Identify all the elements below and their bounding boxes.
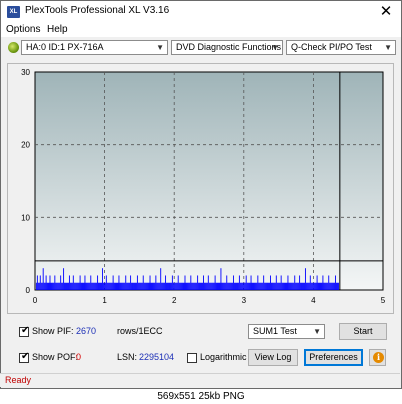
window-title: PlexTools Professional XL V3.16 — [25, 5, 170, 16]
lsn-value: 2295104 — [139, 352, 175, 362]
show-pof-label: Show POF: — [32, 352, 79, 362]
logarithmic-label: Logarithmic — [200, 352, 247, 362]
x-axis: 0 1 2 3 4 5 — [33, 296, 386, 305]
x-tick-label: 0 — [33, 296, 38, 305]
menu-bar: Options Help — [1, 23, 401, 37]
y-tick-label: 20 — [21, 141, 30, 150]
show-pif-label: Show PIF: — [32, 326, 74, 336]
function-select[interactable]: DVD Diagnostic Functions ▼ — [171, 40, 283, 55]
info-button[interactable]: i — [369, 349, 386, 366]
pof-value: 0 — [76, 352, 82, 362]
chevron-down-icon: ▼ — [156, 43, 164, 52]
chevron-down-icon: ▼ — [313, 327, 321, 336]
drive-icon — [8, 42, 19, 53]
lsn-label: LSN: — [117, 352, 138, 362]
test-select-value: Q-Check PI/PO Test — [291, 42, 372, 52]
start-button[interactable]: Start — [339, 323, 387, 340]
function-select-value: DVD Diagnostic Functions — [176, 42, 282, 52]
pif-unit: rows/1ECC — [117, 326, 163, 336]
pi-po-chart: 30 20 10 0 0 1 2 3 4 5 — [21, 68, 386, 305]
x-tick-label: 2 — [172, 296, 177, 305]
close-button[interactable]: ✕ — [377, 3, 395, 21]
y-tick-label: 0 — [26, 286, 31, 295]
drive-select[interactable]: HA:0 ID:1 PX-716A ▼ — [21, 40, 168, 55]
menu-options[interactable]: Options — [6, 24, 40, 35]
toolbar: HA:0 ID:1 PX-716A ▼ DVD Diagnostic Funct… — [1, 38, 401, 58]
y-tick-label: 10 — [21, 213, 30, 222]
plot-area — [34, 71, 384, 291]
app-icon: XL — [7, 6, 20, 18]
mode-select-value: SUM1 Test — [253, 326, 297, 336]
chevron-down-icon: ▼ — [271, 43, 279, 52]
status-bar: Ready — [0, 373, 400, 387]
preferences-button[interactable]: Preferences — [304, 349, 363, 366]
show-pof-checkbox[interactable]: ✔ — [19, 351, 30, 363]
test-select[interactable]: Q-Check PI/PO Test ▼ — [286, 40, 396, 55]
x-tick-label: 1 — [102, 296, 107, 305]
view-log-button[interactable]: View Log — [248, 349, 298, 366]
mode-select[interactable]: SUM1 Test ▼ — [248, 324, 325, 339]
x-tick-label: 4 — [311, 296, 316, 305]
image-caption: 569x551 25kb PNG — [0, 389, 402, 404]
chevron-down-icon: ▼ — [384, 43, 392, 52]
show-pif-checkbox[interactable]: ✔ — [19, 325, 30, 337]
menu-help[interactable]: Help — [47, 24, 68, 35]
x-tick-label: 3 — [242, 296, 247, 305]
status-text: Ready — [5, 375, 32, 385]
x-tick-label: 5 — [381, 296, 386, 305]
checkmark-icon: ✔ — [21, 325, 30, 336]
checkmark-icon: ✔ — [21, 351, 30, 362]
drive-select-value: HA:0 ID:1 PX-716A — [26, 42, 104, 52]
y-tick-label: 30 — [21, 68, 30, 77]
y-axis: 30 20 10 0 — [21, 68, 30, 295]
logarithmic-checkbox[interactable] — [187, 353, 197, 363]
chart-panel: 30 20 10 0 0 1 2 3 4 5 — [7, 63, 394, 314]
pif-value: 2670 — [76, 326, 97, 336]
title-bar[interactable]: XL PlexTools Professional XL V3.16 ✕ — [1, 1, 401, 23]
info-icon: i — [373, 352, 384, 363]
